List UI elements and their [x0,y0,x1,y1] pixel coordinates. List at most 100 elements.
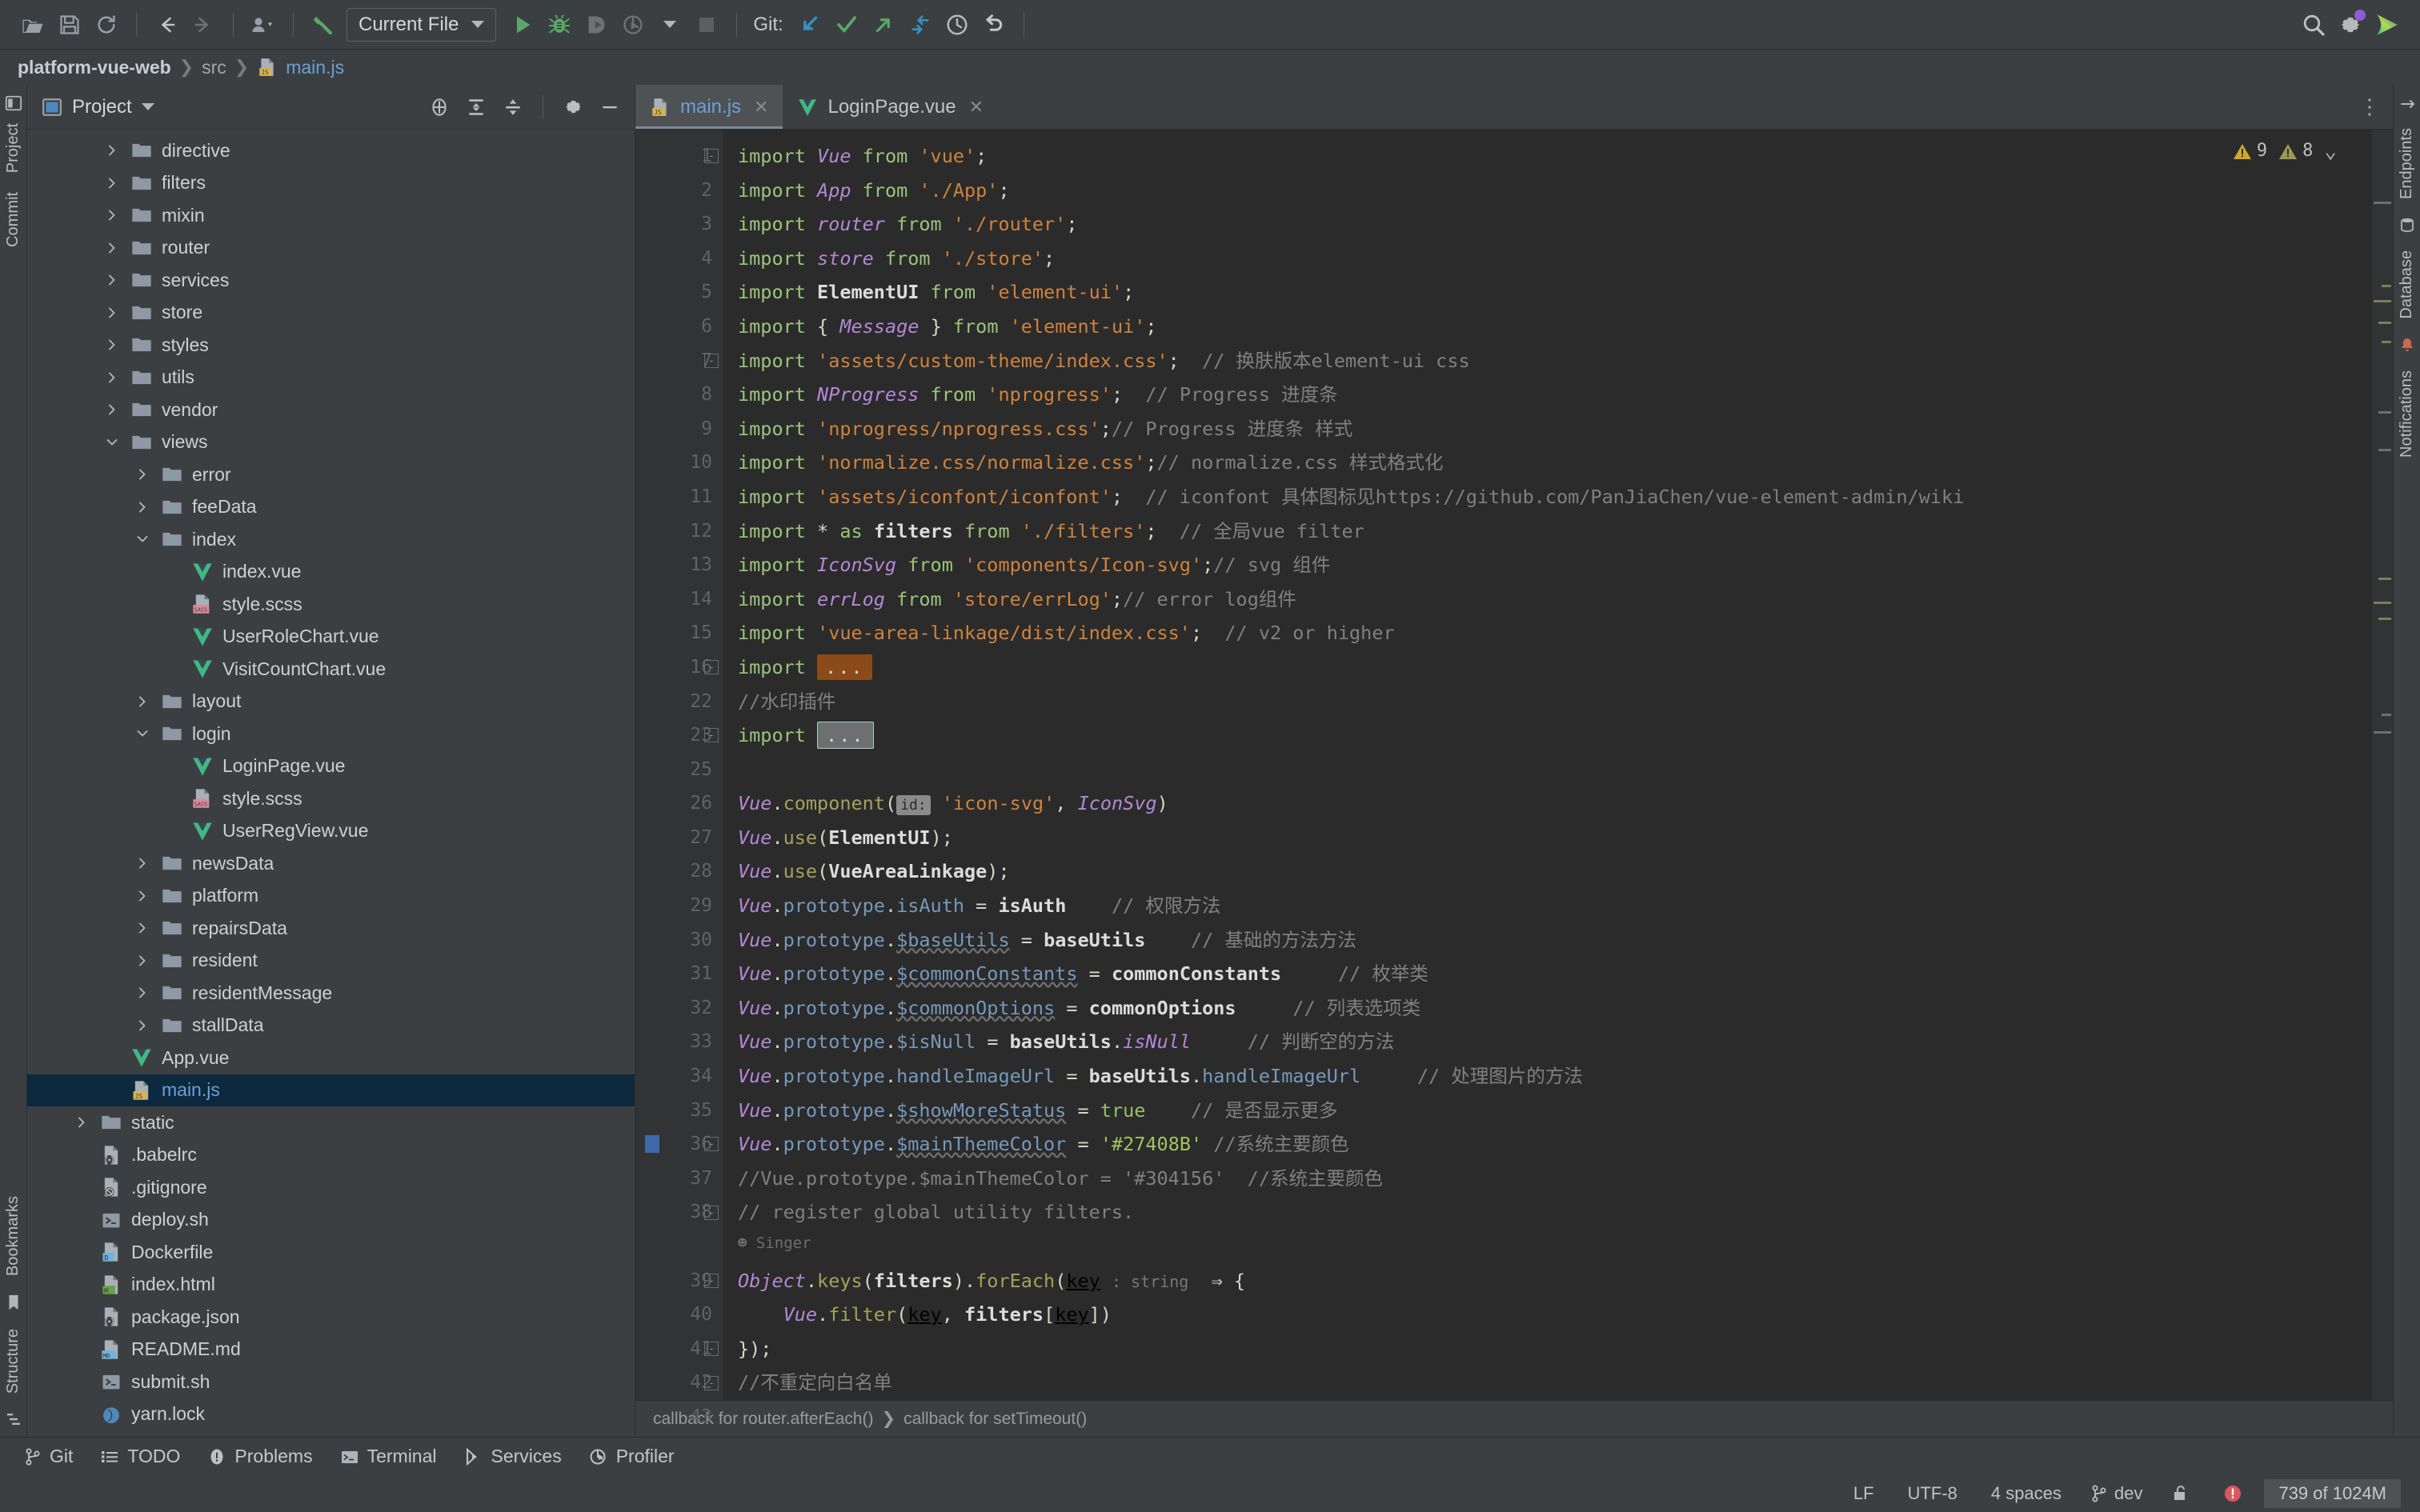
code-fold-toggle[interactable]: - [704,1273,719,1288]
inspection-widget[interactable]: 9 8 ⌄ [2233,141,2337,162]
code-line[interactable]: import store from './store'; [738,242,2393,276]
marker-tick[interactable] [2378,449,2391,451]
code-fold-toggle[interactable]: - [704,660,719,674]
tree-item-index-vue[interactable]: index.vue [27,556,635,589]
code-line[interactable]: // register global utility filters. [738,1195,2393,1230]
forward-arrow-icon[interactable] [185,6,222,43]
code-line[interactable]: import Vue from 'vue'; [738,139,2393,174]
chevron-right-icon[interactable] [133,1018,152,1033]
git-rollback-icon[interactable] [976,6,1012,43]
line-number[interactable]: 2 [635,174,723,208]
stop-icon[interactable] [688,6,725,43]
tool-window-problems[interactable]: Problems [207,1446,313,1467]
code-line[interactable]: Vue.prototype.$showMoreStatus = true // … [738,1094,2393,1128]
line-number[interactable]: 31 [635,957,723,991]
memory-indicator[interactable]: 739 of 1024M [2264,1479,2401,1508]
tree-item-platform[interactable]: platform [27,880,635,913]
marker-tick[interactable] [2374,300,2391,302]
sidebar-item-endpoints[interactable]: Endpoints [2394,120,2419,207]
editor-options-icon[interactable]: ⋮ [2348,85,2393,129]
chevron-down-icon[interactable] [133,532,152,546]
code-line[interactable]: import * as filters from './filters'; //… [738,514,2393,549]
tool-window-services[interactable]: Services [464,1446,562,1467]
code-fold-toggle[interactable]: - [704,728,719,743]
code-line[interactable]: import App from './App'; [738,174,2393,208]
gutter-spacer[interactable] [635,1230,723,1264]
settings-gear-icon[interactable] [2332,6,2369,43]
code-line[interactable] [738,753,2393,787]
chevron-right-icon[interactable] [102,176,122,190]
tree-item-readme-md[interactable]: MD README.md [27,1334,635,1366]
line-number[interactable]: 30 [635,923,723,958]
tree-item-dockerfile[interactable]: D Dockerfile [27,1236,635,1269]
chevron-right-icon[interactable] [133,954,152,968]
code-line[interactable]: Vue.filter(key, filters[key]) [738,1298,2393,1332]
line-number[interactable]: 29 [635,889,723,923]
line-separator-status[interactable]: LF [1841,1483,1887,1504]
unlocked-icon[interactable] [2158,1484,2202,1503]
breadcrumb-project[interactable]: platform-vue-web [18,57,171,78]
tree-item-stalldata[interactable]: stallData [27,1010,635,1042]
chevron-right-icon[interactable] [102,143,122,158]
tree-item-layout[interactable]: layout [27,686,635,718]
marker-tick[interactable] [2382,714,2391,716]
line-number[interactable]: 13 [635,548,723,582]
expand-all-icon[interactable] [463,94,490,121]
tool-window-terminal[interactable]: Terminal [340,1446,437,1467]
breadcrumb-file[interactable]: main.js [286,57,344,78]
tree-item-residentmessage[interactable]: residentMessage [27,977,635,1010]
code-line[interactable]: import ElementUI from 'element-ui'; [738,275,2393,310]
marker-tick[interactable] [2378,411,2391,414]
tree-item-visitcountchart-vue[interactable]: VisitCountChart.vue [27,653,635,686]
tree-item--gitignore[interactable]: .gitignore [27,1171,635,1204]
sidebar-item-database[interactable]: Database [2394,242,2419,327]
profile-icon[interactable] [615,6,651,43]
profile-dropdown-icon[interactable] [651,6,688,43]
code-line[interactable]: Vue.use(ElementUI); [738,821,2393,855]
line-number[interactable]: 25 [635,753,723,787]
code-line[interactable]: Vue.component(id: 'icon-svg', IconSvg) [738,786,2393,821]
code-content[interactable]: 9 8 ⌄ import Vue from 'vue'; import App f… [723,130,2393,1400]
code-line[interactable]: import 'assets/iconfont/iconfont'; // ic… [738,480,2393,514]
tab-loginpage-vue[interactable]: LoginPage.vue ✕ [783,85,998,129]
tree-item-style-scss[interactable]: SASS style.scss [27,588,635,621]
tree-item-services[interactable]: services [27,264,635,297]
bookmark-icon[interactable] [6,1294,22,1311]
editor-marker-scrollbar[interactable] [2372,130,2393,1400]
git-history-icon[interactable] [939,6,976,43]
indent-status[interactable]: 4 spaces [1978,1483,2074,1504]
chevron-right-icon[interactable] [133,694,152,709]
code-line[interactable]: //Vue.prototype.$mainThemeColor = '#3041… [738,1162,2393,1196]
code-line[interactable]: import 'nprogress/nprogress.css';// Prog… [738,412,2393,446]
code-line[interactable]: //不重定向白名单 [738,1366,2393,1400]
sidebar-item-structure[interactable]: Structure [1,1321,26,1402]
line-number[interactable]: 37 [635,1162,723,1196]
code-fold-toggle[interactable]: - [704,353,719,368]
line-number[interactable]: 5 [635,275,723,310]
tree-item-package-json[interactable]: package.json [27,1301,635,1334]
error-badge-icon[interactable] [2210,1483,2256,1504]
code-line[interactable]: import 'vue-area-linkage/dist/index.css'… [738,616,2393,650]
run-icon[interactable] [504,6,541,43]
tree-item-utils[interactable]: utils [27,362,635,394]
tree-item-newsdata[interactable]: newsData [27,847,635,880]
marker-tick[interactable] [2374,602,2391,604]
notifications-icon[interactable] [2399,337,2415,353]
code-line[interactable]: Vue.prototype.$commonConstants = commonC… [738,957,2393,991]
code-fold-toggle[interactable]: - [704,1137,719,1152]
tree-item-feedata[interactable]: feeData [27,491,635,524]
run-coverage-icon[interactable] [578,6,615,43]
tree-item-external-libraries[interactable]: External Libraries [27,1430,635,1437]
close-icon[interactable]: ✕ [754,97,768,118]
chevron-down-icon[interactable] [133,726,152,741]
tree-item-index[interactable]: index [27,523,635,556]
sidebar-item-project[interactable]: Project [1,115,26,181]
line-number-gutter[interactable]: 1 2 3 4 5 6 7 8 9 10 11 12 13 14 15 16 22 23 25 26 27 28 29 30 3… [635,130,723,1427]
line-number[interactable]: 15 [635,616,723,650]
code-line[interactable]: //水印插件 [738,685,2393,719]
chevron-right-icon[interactable] [102,273,122,287]
sidebar-item-notifications[interactable]: Notifications [2394,362,2419,466]
marker-tick[interactable] [2378,578,2391,580]
chevron-right-icon[interactable] [133,889,152,903]
line-number[interactable]: 43 [635,1400,723,1434]
